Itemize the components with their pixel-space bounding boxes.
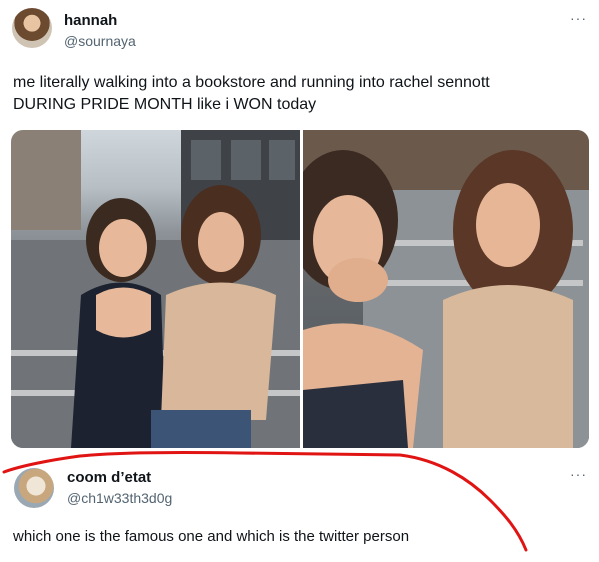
reply-text: which one is the famous one and which is…: [13, 528, 410, 545]
tweet-text-line: DURING PRIDE MONTH like i WON today: [13, 96, 317, 113]
more-options-icon[interactable]: ···: [570, 466, 587, 482]
author-name[interactable]: hannah: [64, 12, 117, 29]
reply-author-name[interactable]: coom d’etat: [67, 469, 151, 486]
tweet-text-line: me literally walking into a bookstore an…: [13, 74, 490, 91]
author-avatar[interactable]: [12, 8, 52, 48]
reply-author-handle[interactable]: @ch1w33th3d0g: [67, 490, 172, 506]
reply-author-avatar[interactable]: [14, 468, 54, 508]
tweet-media[interactable]: [11, 130, 589, 448]
tweet-photo-1[interactable]: [11, 130, 300, 448]
photo-illustration: [11, 130, 300, 448]
author-handle[interactable]: @sournaya: [64, 33, 136, 49]
more-options-icon[interactable]: ···: [570, 10, 587, 26]
tweet-text: me literally walking into a bookstore an…: [13, 72, 583, 116]
tweet-photo-2[interactable]: [303, 130, 589, 448]
photo-illustration: [303, 130, 589, 448]
